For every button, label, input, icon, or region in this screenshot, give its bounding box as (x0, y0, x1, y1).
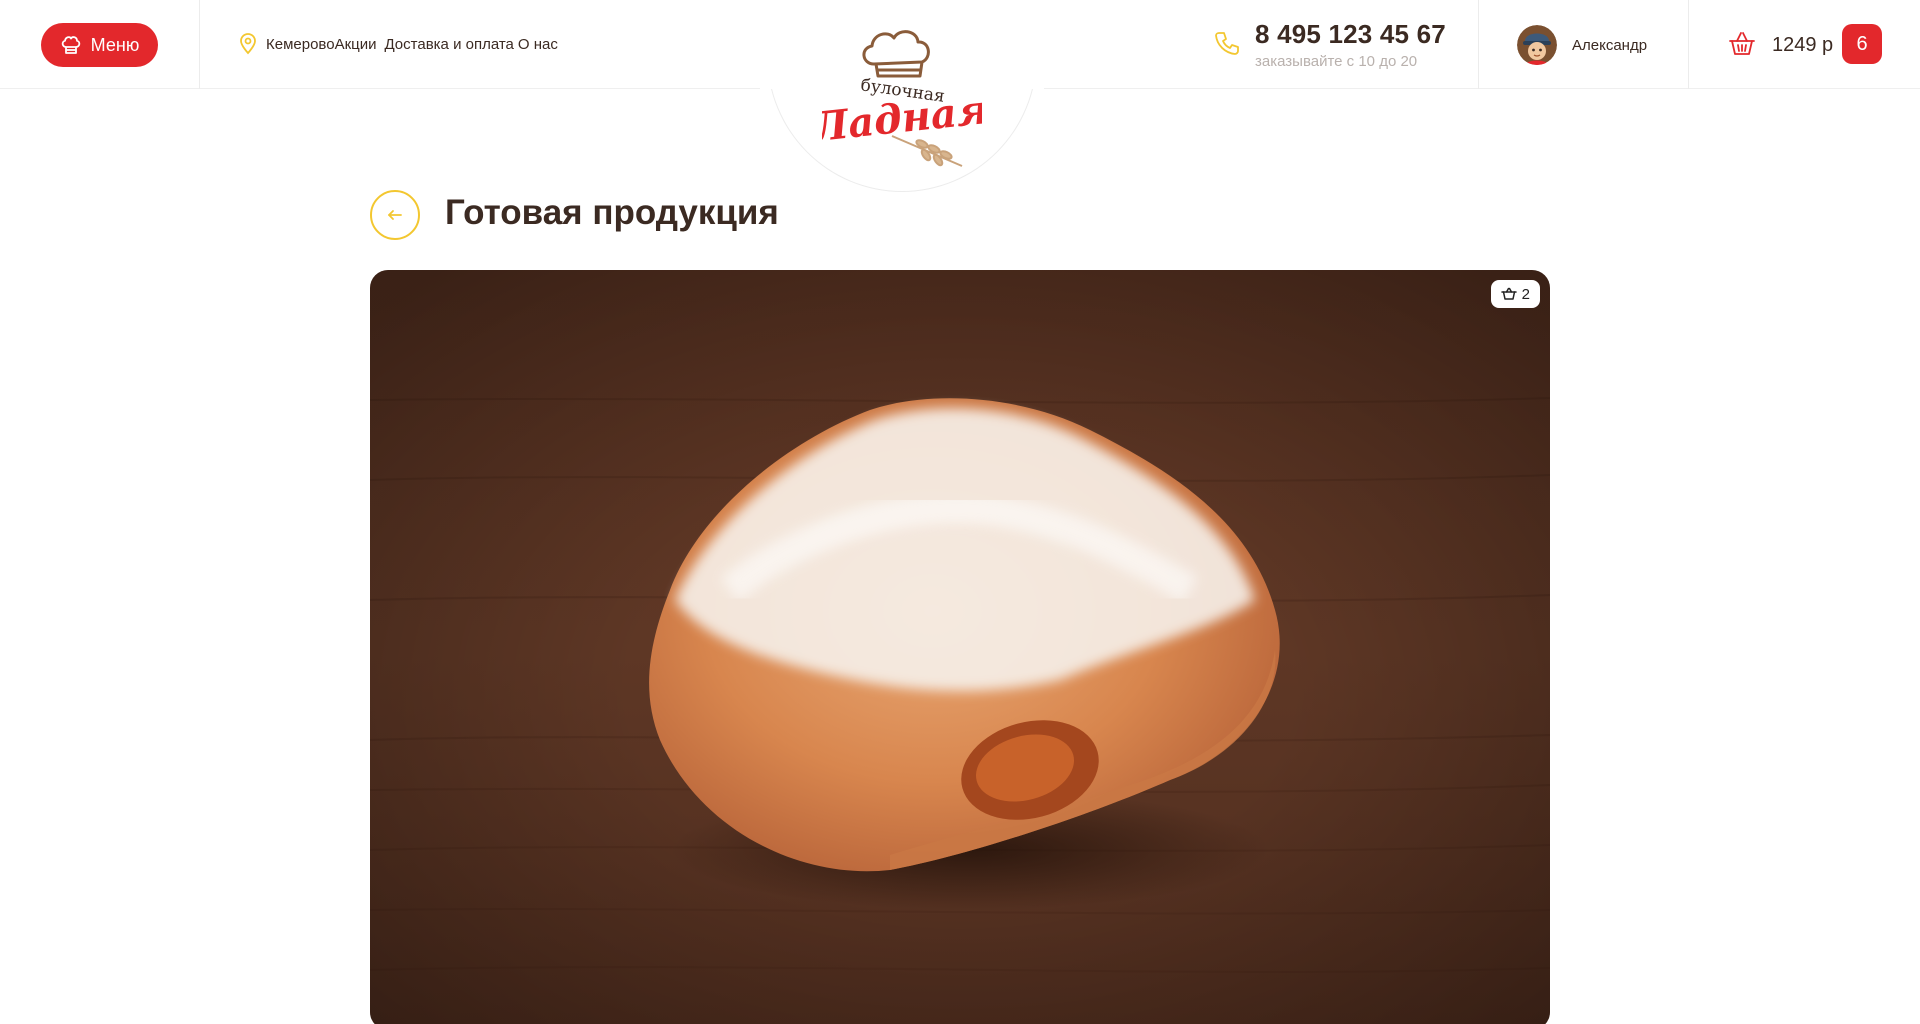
bakery-logo[interactable]: булочная Ладная (822, 18, 982, 170)
phone-number[interactable]: 8 495 123 45 67 (1255, 19, 1446, 50)
menu-button[interactable]: Меню (41, 23, 158, 67)
svg-text:Ладная: Ладная (822, 86, 982, 151)
basket-count-badge[interactable]: 2 (1490, 280, 1540, 308)
header-divider (1478, 0, 1479, 89)
city-selector[interactable]: Кемерово (266, 36, 335, 53)
arrow-left-icon (387, 209, 403, 221)
badge-count: 2 (1521, 285, 1530, 303)
nav-link-about[interactable]: О нас (518, 36, 558, 53)
chef-hat-icon (60, 34, 82, 56)
site-header: Меню Кемерово Акции Доставка и оплата О … (0, 0, 1920, 192)
page-title: Готовая продукция (445, 193, 779, 232)
product-card[interactable]: 2 (370, 270, 1550, 1024)
header-divider (199, 0, 200, 89)
basket-icon (1500, 287, 1517, 301)
user-avatar[interactable] (1517, 25, 1557, 65)
user-name[interactable]: Александр (1572, 37, 1647, 54)
product-image (370, 270, 1550, 1024)
menu-button-label: Меню (90, 34, 140, 55)
cart-count-badge[interactable]: 6 (1842, 24, 1882, 64)
main-nav: Кемерово Акции Доставка и оплата О нас (238, 33, 558, 55)
basket-icon[interactable] (1727, 29, 1757, 59)
phone-hours: заказывайте с 10 до 20 (1255, 53, 1418, 70)
nav-link-promo[interactable]: Акции (335, 36, 377, 53)
cart-total[interactable]: 1249 р (1772, 34, 1833, 57)
nav-link-delivery[interactable]: Доставка и оплата (384, 36, 513, 53)
map-pin-icon (238, 33, 258, 55)
phone-icon (1214, 30, 1240, 56)
header-divider (1688, 0, 1689, 89)
back-button[interactable] (370, 190, 420, 240)
